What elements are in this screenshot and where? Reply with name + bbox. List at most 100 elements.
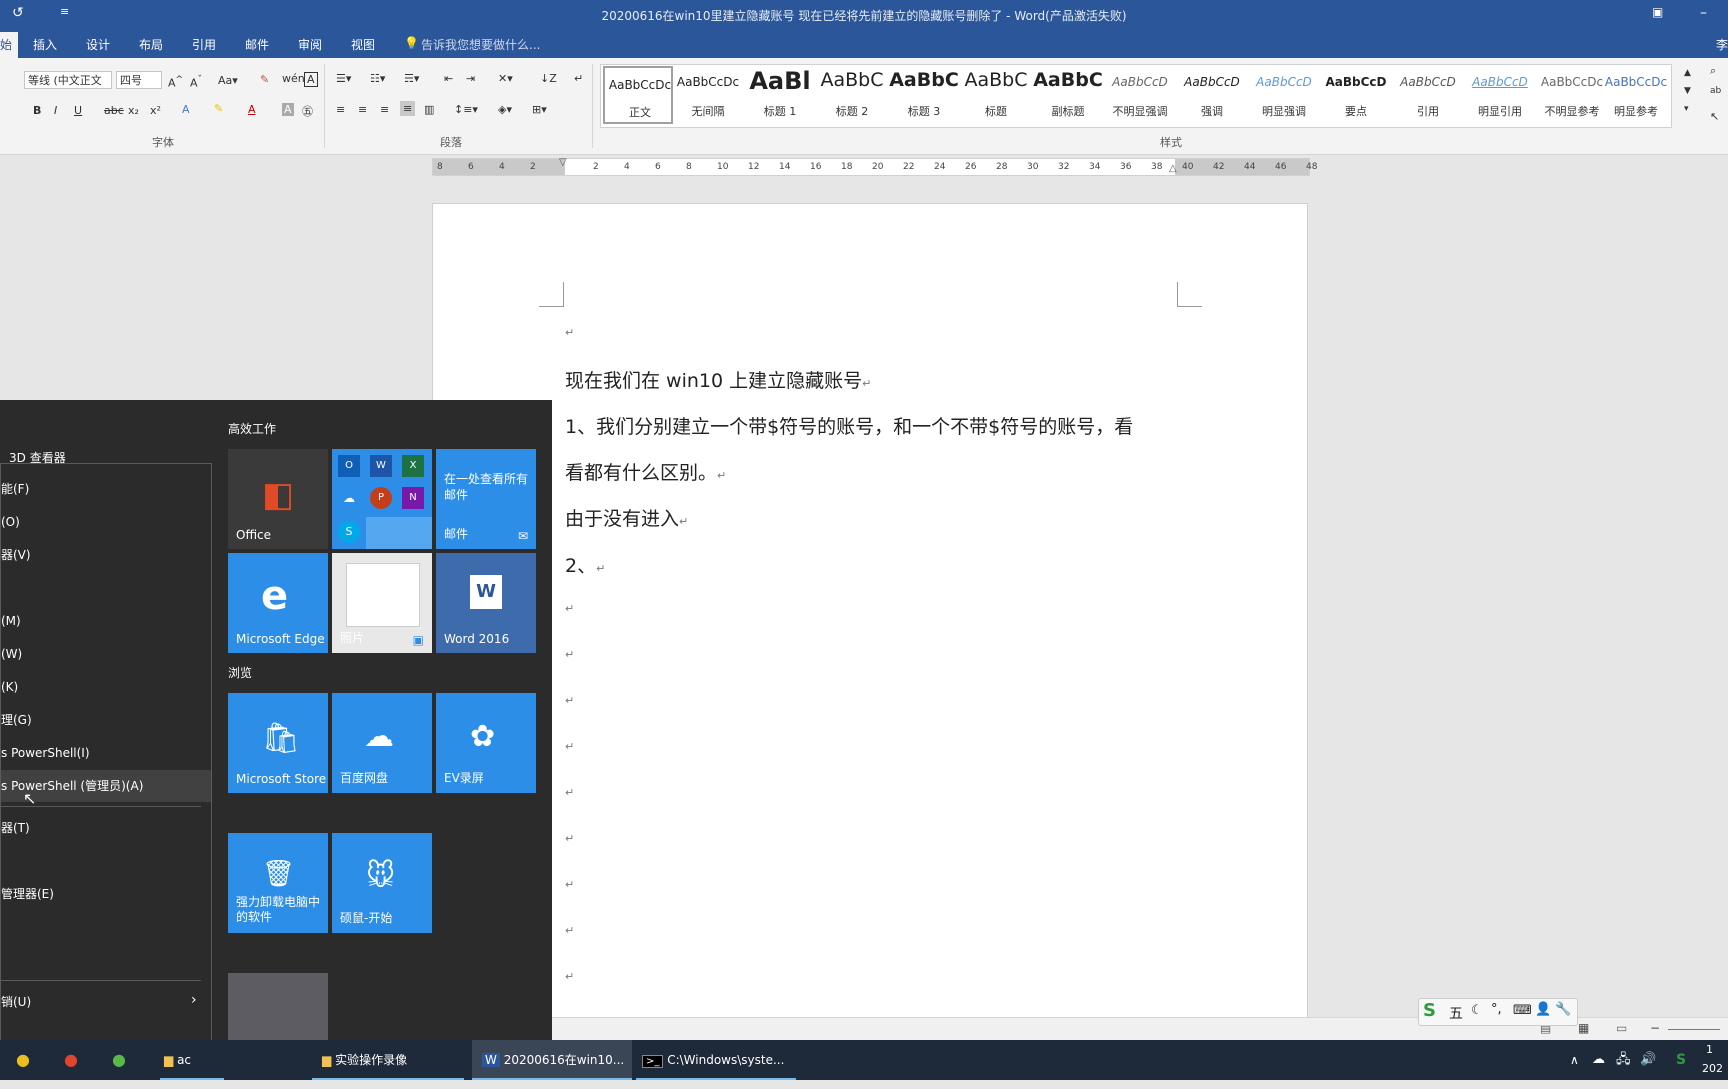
align-left-icon[interactable]: ≡ xyxy=(336,103,345,116)
menu-item-device-manager[interactable]: (M) xyxy=(1,605,211,637)
wrench-icon[interactable]: 🔧 xyxy=(1555,1002,1571,1017)
gallery-scroll-down-icon[interactable]: ▼ xyxy=(1684,86,1691,96)
tab-insert[interactable]: 插入 xyxy=(33,36,57,53)
grow-font-icon[interactable]: A^ xyxy=(168,74,183,90)
font-name-select[interactable]: 等线 (中文正文 xyxy=(24,71,112,89)
menu-item-file-explorer[interactable]: 管理器(E) xyxy=(1,878,211,910)
minimize-icon[interactable]: – xyxy=(1700,5,1707,21)
print-layout-icon[interactable]: ▦ xyxy=(1578,1021,1589,1035)
style-emphasis[interactable]: AaBbCcD 强调 xyxy=(1177,65,1247,125)
italic-icon[interactable]: I xyxy=(54,104,57,117)
skype-icon[interactable]: S xyxy=(338,521,360,543)
show-marks-icon[interactable]: ↵ xyxy=(574,72,583,85)
tile-baidu[interactable]: ☁ 百度网盘 xyxy=(332,693,432,793)
highlight-icon[interactable]: ✎ xyxy=(214,102,223,115)
tile-uninstall[interactable]: 🗑 强力卸载电脑中的软件 xyxy=(228,833,328,933)
bold-icon[interactable]: B xyxy=(33,104,41,117)
show-hidden-icons-icon[interactable]: ∧ xyxy=(1570,1040,1579,1080)
style-subtle-reference[interactable]: AaBbCcDc 不明显参考 xyxy=(1537,65,1607,125)
line-spacing-icon[interactable]: ↕≡▾ xyxy=(454,103,478,116)
tile-office[interactable]: ◧ Office xyxy=(228,449,328,549)
clock-date[interactable]: 202 xyxy=(1702,1049,1723,1089)
ime-mode[interactable]: 五 xyxy=(1449,1003,1463,1023)
menu-item-3d-viewer[interactable]: 3D 查看器 xyxy=(1,446,219,470)
char-shading-icon[interactable]: A xyxy=(282,103,294,116)
keyboard-icon[interactable]: ⌨ xyxy=(1513,1003,1532,1018)
taskbar-item-word[interactable]: W 20200616在win10... xyxy=(472,1040,632,1080)
change-case-icon[interactable]: Aa▾ xyxy=(218,74,238,87)
sogou-logo-icon[interactable]: S xyxy=(1423,1000,1436,1021)
menu-item-computer-management[interactable]: 理(G) xyxy=(1,704,211,736)
clear-format-icon[interactable]: ✎ xyxy=(260,73,269,86)
bullets-icon[interactable]: ☰▾ xyxy=(336,72,351,85)
powerpoint-icon[interactable]: P xyxy=(370,487,392,509)
select-icon[interactable]: ↖ xyxy=(1710,110,1719,123)
taskbar-item-ac[interactable]: ▆ ac xyxy=(160,1040,224,1080)
document-line[interactable]: 由于没有进入↵ xyxy=(565,504,688,531)
app-icon-red[interactable]: ● xyxy=(64,1040,78,1080)
style-subtitle[interactable]: AaBbC 副标题 xyxy=(1033,65,1103,125)
style-heading-2[interactable]: AaBbC 标题 2 xyxy=(817,65,887,125)
document-line[interactable]: 2、↵ xyxy=(565,551,605,578)
menu-item-power-options[interactable]: (O) xyxy=(1,506,211,538)
tile-photos[interactable]: 照片 ▣ xyxy=(332,553,432,653)
font-size-select[interactable]: 四号 xyxy=(116,71,162,89)
find-icon[interactable]: ⌕ xyxy=(1710,64,1716,78)
onedrive-icon[interactable]: ☁ xyxy=(338,487,360,509)
menu-item-event-viewer[interactable]: 器(V) xyxy=(1,539,211,571)
style-heading-3[interactable]: AaBbC 标题 3 xyxy=(889,65,959,125)
web-layout-icon[interactable]: ▭ xyxy=(1616,1021,1627,1035)
punctuation-icon[interactable]: °, xyxy=(1491,1002,1502,1017)
style-normal[interactable]: AaBbCcDc 正文 xyxy=(603,66,673,124)
tile-office-apps[interactable]: O W X ☁ P N S xyxy=(332,449,432,549)
ribbon-display-options-icon[interactable]: ▣ xyxy=(1652,5,1663,19)
taskbar-item-explorer[interactable]: ▆ 实验操作录像 xyxy=(312,1040,464,1080)
style-no-spacing[interactable]: AaBbCcDc 无间隔 xyxy=(673,65,743,125)
document-line[interactable]: 现在我们在 win10 上建立隐藏账号↵ xyxy=(565,366,871,393)
menu-item-powershell[interactable]: s PowerShell(I) xyxy=(1,737,211,769)
underline-icon[interactable]: U xyxy=(74,104,82,117)
strikethrough-icon[interactable]: abc xyxy=(104,104,124,117)
style-subtle-emphasis[interactable]: AaBbCcD 不明显强调 xyxy=(1105,65,1175,125)
style-intense-quote[interactable]: AaBbCcD 明显引用 xyxy=(1465,65,1535,125)
tile-mail[interactable]: 在一处查看所有邮件 邮件 ✉ xyxy=(436,449,536,549)
tile-ev[interactable]: ✿ EV录屏 xyxy=(436,693,536,793)
borders-icon[interactable]: ⊞▾ xyxy=(532,103,547,116)
char-border-icon[interactable]: A xyxy=(304,72,318,87)
onenote-icon[interactable]: N xyxy=(402,487,424,509)
chinese-layout-icon[interactable]: ✕▾ xyxy=(498,72,513,85)
outlook-icon[interactable]: O xyxy=(338,455,360,477)
multilevel-list-icon[interactable]: ☴▾ xyxy=(404,72,419,85)
style-strong[interactable]: AaBbCcD 要点 xyxy=(1321,65,1391,125)
tab-view[interactable]: 视图 xyxy=(351,36,375,53)
tile-mouse[interactable]: 🐭 硕鼠-开始 xyxy=(332,833,432,933)
tab-layout[interactable]: 布局 xyxy=(139,36,163,53)
replace-icon[interactable]: ab xyxy=(1710,86,1721,96)
right-indent-marker[interactable]: △ xyxy=(1169,163,1177,174)
sogou-tray-icon[interactable]: S xyxy=(1676,1040,1686,1080)
style-heading-1[interactable]: AaBl 标题 1 xyxy=(745,65,815,125)
font-color-icon[interactable]: A xyxy=(248,103,256,116)
enclose-char-icon[interactable]: ㊄ xyxy=(302,103,313,119)
gallery-more-icon[interactable]: ▾ xyxy=(1684,104,1689,114)
text-effects-icon[interactable]: A xyxy=(182,103,190,116)
distributed-icon[interactable]: ▥ xyxy=(424,103,434,116)
document-line[interactable]: 1、我们分别建立一个带$符号的账号，和一个不带$符号的账号，看 xyxy=(565,412,1133,439)
taskbar-item-cmd[interactable]: >_ C:\Windows\syste... xyxy=(636,1040,796,1080)
style-intense-reference[interactable]: AaBbCcDc 明显参考 xyxy=(1601,65,1671,125)
menu-item-network[interactable]: (W) xyxy=(1,638,211,670)
style-intense-emphasis[interactable]: AaBbCcD 明显强调 xyxy=(1249,65,1319,125)
horizontal-ruler[interactable]: 8 6 4 2 2 4 6 8 10 12 14 16 18 20 22 24 26 28 30 32 34 36 38 40… xyxy=(432,157,1317,176)
superscript-icon[interactable]: x² xyxy=(150,104,161,117)
tile-blank[interactable] xyxy=(228,973,328,1040)
justify-icon[interactable]: ≡ xyxy=(400,101,416,116)
align-center-icon[interactable]: ≡ xyxy=(358,103,367,116)
shading-icon[interactable]: ◈▾ xyxy=(498,103,512,116)
tab-start[interactable]: 始 xyxy=(0,32,18,58)
tile-word[interactable]: W Word 2016 xyxy=(436,553,536,653)
style-quote[interactable]: AaBbCcD 引用 xyxy=(1393,65,1463,125)
align-right-icon[interactable]: ≡ xyxy=(380,103,389,116)
style-title[interactable]: AaBbC 标题 xyxy=(961,65,1031,125)
moon-icon[interactable]: ☾ xyxy=(1471,1003,1483,1018)
shrink-font-icon[interactable]: Aˇ xyxy=(190,74,202,90)
